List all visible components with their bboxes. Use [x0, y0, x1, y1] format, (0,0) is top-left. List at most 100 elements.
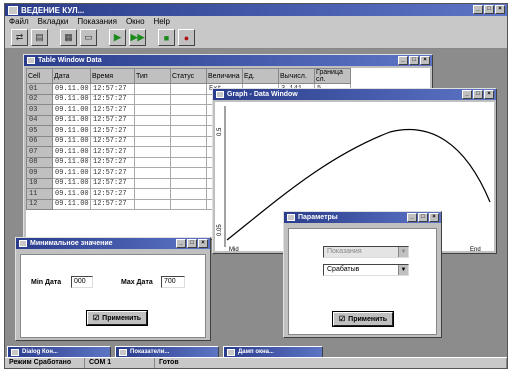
table-cell[interactable] [134, 104, 171, 116]
maximize-button[interactable]: □ [484, 5, 494, 14]
minimize-button[interactable]: _ [407, 213, 417, 222]
table-cell[interactable]: 10 [26, 177, 53, 189]
menu-tabs[interactable]: Вкладки [38, 17, 69, 26]
column-header[interactable]: Дата [52, 68, 91, 84]
table-cell[interactable]: 03 [26, 104, 53, 116]
minimize-button[interactable]: _ [462, 90, 472, 99]
table-cell[interactable]: 09.11.00 [52, 198, 91, 210]
table-cell[interactable] [134, 83, 171, 95]
close-button[interactable]: × [198, 239, 208, 248]
column-header[interactable]: Время [90, 68, 135, 84]
column-header[interactable]: Cell [26, 68, 53, 84]
table-cell[interactable]: 12:57:27 [90, 156, 135, 168]
column-header[interactable]: Величина [206, 68, 243, 84]
table-cell[interactable]: 12:57:27 [90, 146, 135, 158]
maximize-button[interactable]: □ [187, 239, 197, 248]
record-icon[interactable]: ● [178, 29, 195, 46]
table-cell[interactable] [134, 188, 171, 200]
table-cell[interactable]: 09.11.00 [52, 104, 91, 116]
table-cell[interactable] [170, 188, 207, 200]
table-cell[interactable]: 12:57:27 [90, 93, 135, 105]
minimize-button[interactable]: _ [176, 239, 186, 248]
table-cell[interactable]: 12 [26, 198, 53, 210]
column-header[interactable]: Статус [170, 68, 207, 84]
minimize-button[interactable]: _ [473, 5, 483, 14]
menu-help[interactable]: Help [154, 17, 170, 26]
apply-button[interactable]: ☑ Применить [87, 311, 147, 325]
table-cell[interactable]: 09.11.00 [52, 177, 91, 189]
table-cell[interactable]: 09.11.00 [52, 156, 91, 168]
maximize-button[interactable]: □ [418, 213, 428, 222]
readings-select[interactable]: Показания ▼ [323, 246, 409, 258]
table-cell[interactable]: 02 [26, 93, 53, 105]
apply-button[interactable]: ☑ Применить [333, 312, 393, 326]
maximize-button[interactable]: □ [473, 90, 483, 99]
table-cell[interactable] [134, 125, 171, 137]
table-cell[interactable]: 04 [26, 114, 53, 126]
close-button[interactable]: × [484, 90, 494, 99]
table-cell[interactable]: 07 [26, 146, 53, 158]
table-cell[interactable] [134, 135, 171, 147]
table-cell[interactable]: 12:57:27 [90, 104, 135, 116]
table-cell[interactable] [170, 125, 207, 137]
table-cell[interactable]: 12:57:27 [90, 135, 135, 147]
table-cell[interactable]: 09.11.00 [52, 93, 91, 105]
close-button[interactable]: × [429, 213, 439, 222]
table-cell[interactable] [170, 104, 207, 116]
table-cell[interactable] [170, 177, 207, 189]
table-cell[interactable] [170, 198, 207, 210]
column-header[interactable]: Тип [134, 68, 171, 84]
table-cell[interactable] [170, 135, 207, 147]
maximize-button[interactable]: □ [409, 56, 419, 65]
table-cell[interactable]: 12:57:27 [90, 167, 135, 179]
table-cell[interactable]: 09.11.00 [52, 114, 91, 126]
table-cell[interactable]: 08 [26, 156, 53, 168]
minimize-button[interactable]: _ [398, 56, 408, 65]
table-cell[interactable] [170, 167, 207, 179]
table-icon[interactable]: ▦ [60, 29, 77, 46]
table-cell[interactable] [134, 93, 171, 105]
column-header[interactable]: Граница сл. [314, 68, 351, 84]
table-cell[interactable]: 12:57:27 [90, 114, 135, 126]
green-stop-icon[interactable]: ■ [158, 29, 175, 46]
table-cell[interactable]: 12:57:27 [90, 125, 135, 137]
table-cell[interactable] [134, 146, 171, 158]
table-cell[interactable] [134, 156, 171, 168]
table-cell[interactable] [170, 83, 207, 95]
max-date-input[interactable]: 700 [161, 276, 185, 288]
trigger-select[interactable]: Срабатыв ▼ [323, 264, 409, 276]
table-cell[interactable]: 09 [26, 167, 53, 179]
window-icon[interactable]: ▭ [80, 29, 97, 46]
menu-window[interactable]: Окно [126, 17, 145, 26]
table-cell[interactable]: 05 [26, 125, 53, 137]
play-icon[interactable]: ▶ [109, 29, 126, 46]
table-cell[interactable] [134, 177, 171, 189]
table-cell[interactable]: 12:57:27 [90, 198, 135, 210]
print-icon[interactable]: ▤ [31, 29, 48, 46]
table-cell[interactable]: 09.11.00 [52, 146, 91, 158]
connect-icon[interactable]: ⇄ [11, 29, 28, 46]
table-cell[interactable]: 09.11.00 [52, 83, 91, 95]
table-cell[interactable]: 12:57:27 [90, 188, 135, 200]
table-cell[interactable]: 09.11.00 [52, 135, 91, 147]
table-cell[interactable]: 12:57:27 [90, 177, 135, 189]
table-cell[interactable] [134, 114, 171, 126]
close-button[interactable]: × [420, 56, 430, 65]
table-cell[interactable] [134, 198, 171, 210]
table-cell[interactable]: 11 [26, 188, 53, 200]
table-cell[interactable]: 09.11.00 [52, 188, 91, 200]
table-cell[interactable] [134, 167, 171, 179]
table-cell[interactable]: 09.11.00 [52, 167, 91, 179]
table-cell[interactable] [170, 114, 207, 126]
close-button[interactable]: × [495, 5, 505, 14]
column-header[interactable]: Ед. [242, 68, 279, 84]
menu-file[interactable]: Файл [9, 17, 29, 26]
table-cell[interactable]: 01 [26, 83, 53, 95]
table-cell[interactable] [170, 146, 207, 158]
column-header[interactable]: Вычисл. [278, 68, 315, 84]
table-cell[interactable]: 09.11.00 [52, 125, 91, 137]
table-cell[interactable]: 06 [26, 135, 53, 147]
table-cell[interactable] [170, 93, 207, 105]
min-date-input[interactable]: 000 [71, 276, 93, 288]
menu-readings[interactable]: Показания [77, 17, 117, 26]
